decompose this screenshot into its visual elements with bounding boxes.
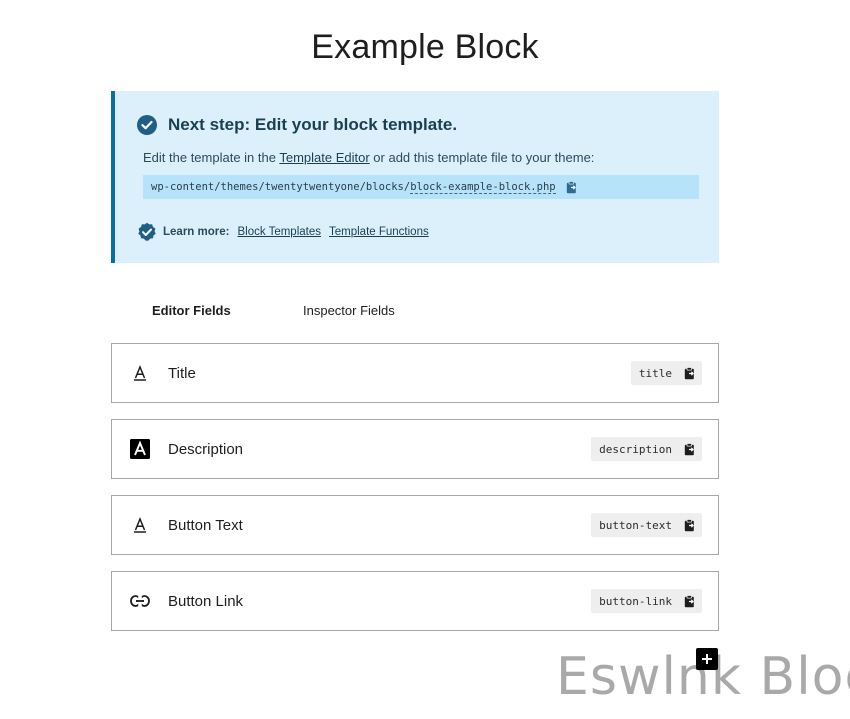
field-slug[interactable]: button-link [591, 589, 702, 613]
verified-badge-icon [138, 222, 156, 241]
field-slug[interactable]: title [630, 361, 702, 385]
notice-header: Next step: Edit your block template. [137, 115, 457, 135]
copy-icon[interactable] [684, 594, 696, 608]
field-slug-text: button-text [599, 518, 672, 532]
page-title: Example Block [311, 28, 539, 66]
field-slug-text: description [599, 442, 672, 456]
field-label: Description [168, 440, 244, 458]
notice-title: Next step: Edit your block template. [168, 115, 458, 134]
field-label: Button Text [168, 516, 243, 534]
template-path-file: block-example-block.php [410, 180, 556, 194]
copy-icon[interactable] [684, 518, 696, 532]
tab-inspector-fields[interactable]: Inspector Fields [303, 303, 395, 318]
field-row-description[interactable]: Description description [111, 419, 719, 479]
field-slug-text: button-link [599, 594, 672, 608]
learn-more: Learn more: Block Templates Template Fun… [137, 222, 437, 242]
field-row-button-text[interactable]: Button Text button-text [111, 495, 719, 555]
field-label: Title [168, 364, 196, 382]
field-tabs: Editor Fields Inspector Fields [111, 303, 719, 323]
field-slug[interactable]: description [591, 437, 702, 461]
link-icon [130, 591, 150, 611]
copy-icon[interactable] [684, 442, 696, 456]
learn-more-label: Learn more: [163, 226, 230, 238]
copy-icon[interactable] [684, 366, 696, 380]
template-functions-link[interactable]: Template Functions [329, 226, 429, 238]
field-slug[interactable]: button-text [591, 513, 702, 537]
field-label: Button Link [168, 592, 244, 610]
notice-desc-suffix: or add this template file to your theme: [369, 150, 595, 165]
text-icon [130, 363, 150, 383]
template-editor-link[interactable]: Template Editor [279, 150, 369, 165]
text-icon [130, 515, 150, 535]
field-row-button-link[interactable]: Button Link button-link [111, 571, 719, 631]
field-slug-text: title [638, 366, 672, 380]
plus-icon [702, 654, 712, 664]
add-field-button[interactable] [696, 648, 718, 670]
field-row-title[interactable]: Title title [111, 343, 719, 403]
copy-icon[interactable] [566, 180, 578, 194]
template-path: wp-content/themes/twentytwentyone/blocks… [143, 175, 699, 199]
template-path-dir: wp-content/themes/twentytwentyone/blocks… [151, 181, 411, 193]
next-step-notice: Next step: Edit your block template. Edi… [111, 91, 719, 263]
block-templates-link[interactable]: Block Templates [237, 226, 321, 238]
notice-desc-prefix: Edit the template in the [143, 150, 280, 165]
textarea-icon [130, 439, 150, 459]
check-circle-icon [137, 115, 157, 135]
notice-description: Edit the template in the Template Editor… [143, 150, 594, 165]
tab-editor-fields[interactable]: Editor Fields [152, 303, 231, 318]
